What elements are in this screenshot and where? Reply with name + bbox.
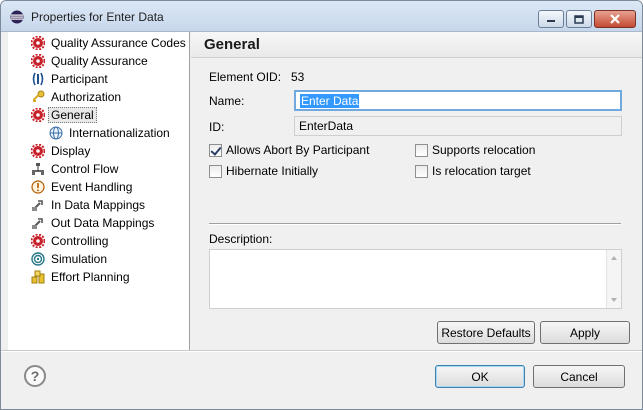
gear-red-icon bbox=[30, 233, 46, 249]
tree-item-label: Display bbox=[51, 143, 91, 158]
tree-item-quality-assurance-codes[interactable]: Quality Assurance Codes bbox=[30, 34, 186, 51]
allows-abort-label: Allows Abort By Participant bbox=[226, 143, 370, 157]
element-oid-value: 53 bbox=[291, 70, 305, 84]
relocation-target-label: Is relocation target bbox=[432, 164, 531, 178]
checkbox-box bbox=[209, 143, 222, 157]
effort-planning-icon bbox=[30, 269, 46, 285]
name-label: Name: bbox=[209, 94, 245, 108]
in-data-mapping-icon bbox=[30, 197, 46, 213]
minimize-icon bbox=[547, 20, 555, 22]
tree-item-label: Control Flow bbox=[51, 161, 119, 176]
scroll-down-icon[interactable] bbox=[611, 298, 617, 302]
id-field[interactable]: EnterData bbox=[294, 116, 622, 136]
maximize-icon bbox=[574, 14, 584, 24]
property-pages-tree: Quality Assurance Codes Quality Assuranc… bbox=[8, 32, 190, 350]
general-page: General Element OID: 53 Name: Enter Data… bbox=[191, 32, 642, 350]
apply-label: Apply bbox=[569, 325, 601, 340]
relocation-target-checkbox[interactable]: Is relocation target bbox=[415, 164, 531, 178]
scroll-up-icon[interactable] bbox=[611, 256, 617, 260]
eclipse-icon bbox=[10, 10, 24, 24]
tree-item-effort-planning[interactable]: Effort Planning bbox=[30, 268, 130, 285]
tree-item-label: In Data Mappings bbox=[51, 197, 146, 212]
tree-item-display[interactable]: Display bbox=[30, 142, 90, 159]
footer-separator bbox=[1, 350, 642, 352]
tree-item-label: Event Handling bbox=[51, 179, 133, 194]
minimize-button[interactable] bbox=[538, 10, 564, 28]
section-separator bbox=[209, 223, 621, 225]
element-oid-label: Element OID: bbox=[209, 70, 282, 84]
hibernate-initially-checkbox[interactable]: Hibernate Initially bbox=[209, 164, 318, 178]
tree-item-label: Effort Planning bbox=[51, 269, 130, 284]
out-data-mapping-icon bbox=[30, 215, 46, 231]
window-title: Properties for Enter Data bbox=[31, 10, 164, 24]
help-button[interactable]: ? bbox=[24, 365, 46, 387]
help-icon: ? bbox=[30, 368, 40, 384]
tree-item-out-data-mappings[interactable]: Out Data Mappings bbox=[30, 214, 154, 231]
tree-item-label: Simulation bbox=[51, 251, 108, 266]
tree-item-participant[interactable]: Participant bbox=[30, 70, 108, 87]
tree-item-quality-assurance[interactable]: Quality Assurance bbox=[30, 52, 148, 69]
close-icon bbox=[610, 14, 620, 24]
tree-item-control-flow[interactable]: Control Flow bbox=[30, 160, 118, 177]
tree-item-controlling[interactable]: Controlling bbox=[30, 232, 108, 249]
description-label: Description: bbox=[209, 232, 273, 246]
checkbox-box bbox=[415, 143, 428, 157]
gear-red-icon bbox=[30, 35, 46, 51]
maximize-button[interactable] bbox=[566, 10, 592, 28]
description-scrollbar[interactable] bbox=[606, 250, 621, 308]
page-title: General bbox=[204, 36, 260, 53]
allows-abort-checkbox[interactable]: Allows Abort By Participant bbox=[209, 143, 369, 157]
restore-defaults-label: Restore Defaults bbox=[441, 325, 531, 340]
restore-defaults-button[interactable]: Restore Defaults bbox=[437, 321, 535, 344]
apply-button[interactable]: Apply bbox=[540, 321, 630, 344]
event-icon bbox=[30, 179, 46, 195]
tree-item-authorization[interactable]: Authorization bbox=[30, 88, 121, 105]
control-flow-icon bbox=[30, 161, 46, 177]
page-header: General bbox=[191, 32, 642, 58]
hibernate-initially-label: Hibernate Initially bbox=[226, 164, 319, 178]
tree-item-internationalization[interactable]: Internationalization bbox=[48, 124, 170, 141]
id-field-text: EnterData bbox=[299, 119, 354, 133]
gear-red-icon bbox=[30, 143, 46, 159]
close-button[interactable] bbox=[594, 10, 636, 28]
id-label: ID: bbox=[209, 120, 225, 134]
tree-item-label: Internationalization bbox=[69, 125, 170, 140]
checkbox-box bbox=[209, 164, 222, 178]
simulation-icon bbox=[30, 251, 46, 267]
supports-relocation-label: Supports relocation bbox=[432, 143, 536, 157]
key-icon bbox=[30, 89, 46, 105]
tree-item-in-data-mappings[interactable]: In Data Mappings bbox=[30, 196, 145, 213]
participant-icon bbox=[30, 71, 46, 87]
tree-item-label: General bbox=[48, 106, 97, 123]
gear-red-icon bbox=[30, 107, 46, 123]
title-bar: Properties for Enter Data bbox=[1, 1, 642, 32]
tree-item-label: Quality Assurance bbox=[51, 53, 148, 68]
name-field[interactable]: Enter Data bbox=[294, 90, 622, 111]
cancel-label: Cancel bbox=[560, 369, 598, 384]
name-field-text: Enter Data bbox=[300, 94, 360, 108]
properties-dialog: Properties for Enter Data Quality Assura… bbox=[0, 0, 643, 410]
tree-item-label: Participant bbox=[51, 71, 108, 86]
gear-red-icon bbox=[30, 53, 46, 69]
tree-item-general[interactable]: General bbox=[30, 106, 97, 123]
globe-icon bbox=[48, 125, 64, 141]
cancel-button[interactable]: Cancel bbox=[533, 365, 625, 388]
tree-item-simulation[interactable]: Simulation bbox=[30, 250, 107, 267]
tree-item-label: Controlling bbox=[51, 233, 109, 248]
tree-item-label: Quality Assurance Codes bbox=[51, 35, 186, 50]
tree-item-event-handling[interactable]: Event Handling bbox=[30, 178, 132, 195]
checkbox-box bbox=[415, 164, 428, 178]
supports-relocation-checkbox[interactable]: Supports relocation bbox=[415, 143, 535, 157]
description-field[interactable] bbox=[209, 249, 622, 309]
ok-button[interactable]: OK bbox=[435, 365, 525, 388]
ok-label: OK bbox=[471, 369, 489, 384]
tree-item-label: Authorization bbox=[51, 89, 122, 104]
tree-item-label: Out Data Mappings bbox=[51, 215, 155, 230]
